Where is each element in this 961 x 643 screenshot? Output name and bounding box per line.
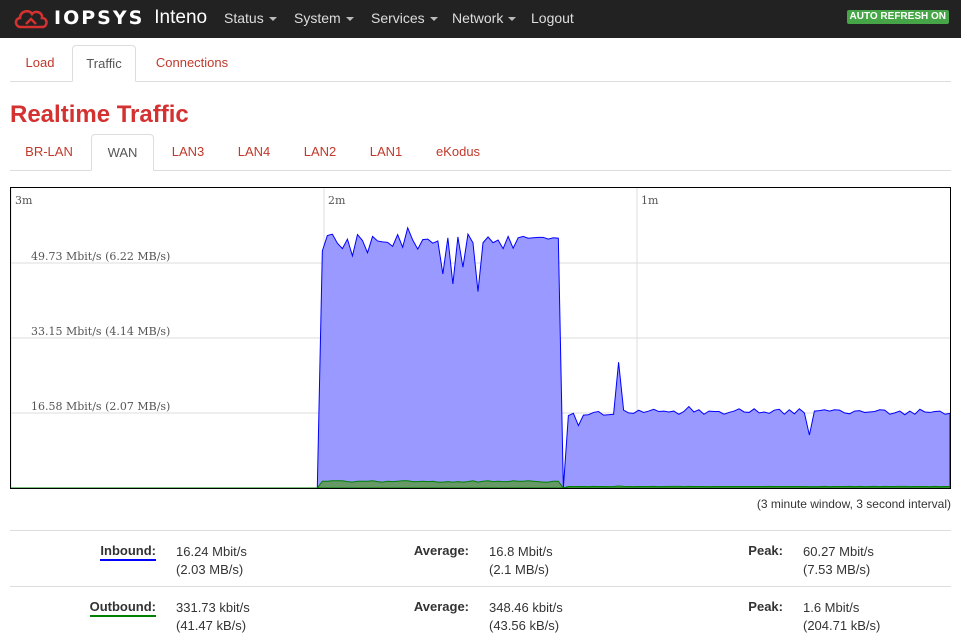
nav-status-menu[interactable]: Status <box>224 0 277 36</box>
nav-logout-label: Logout <box>531 10 574 26</box>
outbound-average: 348.46 kbit/s (43.56 kB/s) <box>489 599 563 635</box>
traffic-chart: 3m 2m 1m 16.58 Mbit/s (2.07 MB/s) 33.15 Mbit… <box>10 187 951 489</box>
tab-lan3[interactable]: LAN3 <box>160 134 216 169</box>
page-title: Realtime Traffic <box>10 101 189 128</box>
outbound-stats-row: Outbound: 331.73 kbit/s (41.47 kB/s) Aver… <box>10 586 951 643</box>
inbound-average-bits: 16.8 Mbit/s <box>489 544 553 559</box>
inbound-peak: 60.27 Mbit/s (7.53 MB/s) <box>803 543 874 579</box>
tab-traffic[interactable]: Traffic <box>72 45 136 82</box>
outbound-peak-bits: 1.6 Mbit/s <box>803 600 860 615</box>
tab-lan4[interactable]: LAN4 <box>226 134 282 169</box>
tab-wan[interactable]: WAN <box>91 134 154 171</box>
inbound-current-bytes: (2.03 MB/s) <box>176 562 244 577</box>
inbound-label-text: Inbound: <box>100 543 156 561</box>
auto-refresh-toggle[interactable]: AUTO REFRESH ON <box>846 10 949 24</box>
outbound-average-label: Average: <box>413 599 469 614</box>
inbound-average: 16.8 Mbit/s (2.1 MB/s) <box>489 543 553 579</box>
inbound-stats-row: Inbound: 16.24 Mbit/s (2.03 MB/s) Average… <box>10 530 951 587</box>
outbound-average-bits: 348.46 kbit/s <box>489 600 563 615</box>
nav-status-label: Status <box>224 10 264 26</box>
nav-system-label: System <box>294 10 341 26</box>
outbound-average-bytes: (43.56 kB/s) <box>489 618 560 633</box>
nav-network-label: Network <box>452 10 504 26</box>
traffic-chart-svg: 3m 2m 1m 16.58 Mbit/s (2.07 MB/s) 33.15 Mbit… <box>11 188 950 488</box>
outbound-current-bits: 331.73 kbit/s <box>176 600 250 615</box>
tab-lan2[interactable]: LAN2 <box>292 134 348 169</box>
x-tick-label: 3m <box>15 194 33 207</box>
top-navbar: IOPSYS Inteno Status System Services Net… <box>0 0 961 38</box>
y-tick-label: 49.73 Mbit/s (6.22 MB/s) <box>31 250 170 263</box>
inbound-current-bits: 16.24 Mbit/s <box>176 544 247 559</box>
outbound-current: 331.73 kbit/s (41.47 kB/s) <box>176 599 250 635</box>
outbound-label: Outbound: <box>56 599 156 617</box>
chevron-down-icon <box>429 17 438 21</box>
x-tick-label: 1m <box>641 194 659 207</box>
inbound-peak-label: Peak: <box>748 543 783 558</box>
cloud-logo-icon <box>14 9 48 29</box>
inbound-peak-bytes: (7.53 MB/s) <box>803 562 871 577</box>
inbound-average-label: Average: <box>413 543 469 558</box>
brand-product: Inteno <box>154 7 208 28</box>
inbound-series-area <box>11 226 950 488</box>
y-tick-label: 33.15 Mbit/s (4.14 MB/s) <box>31 325 170 338</box>
inbound-average-bytes: (2.1 MB/s) <box>489 562 549 577</box>
brand[interactable]: IOPSYS Inteno <box>12 4 207 32</box>
y-tick-label: 16.58 Mbit/s (2.07 MB/s) <box>31 400 170 413</box>
inbound-current: 16.24 Mbit/s (2.03 MB/s) <box>176 543 247 579</box>
inbound-peak-bits: 60.27 Mbit/s <box>803 544 874 559</box>
x-tick-label: 2m <box>328 194 346 207</box>
outbound-peak: 1.6 Mbit/s (204.71 kB/s) <box>803 599 880 635</box>
tab-load[interactable]: Load <box>10 45 70 80</box>
tab-br-lan[interactable]: BR-LAN <box>10 134 88 169</box>
chevron-down-icon <box>268 17 277 21</box>
top-tabs: Load Traffic Connections <box>10 45 951 82</box>
chevron-down-icon <box>508 17 517 21</box>
outbound-peak-bytes: (204.71 kB/s) <box>803 618 881 633</box>
outbound-peak-label: Peak: <box>748 599 783 614</box>
inbound-label: Inbound: <box>56 543 156 561</box>
nav-logout-link[interactable]: Logout <box>531 0 574 36</box>
nav-services-label: Services <box>371 10 425 26</box>
nav-system-menu[interactable]: System <box>294 0 354 36</box>
outbound-label-text: Outbound: <box>89 599 156 617</box>
brand-name: IOPSYS <box>54 7 145 29</box>
outbound-current-bytes: (41.47 kB/s) <box>176 618 247 633</box>
nav-network-menu[interactable]: Network <box>452 0 517 36</box>
window-note: (3 minute window, 3 second interval) <box>756 497 951 511</box>
nav-services-menu[interactable]: Services <box>371 0 438 36</box>
tab-lan1[interactable]: LAN1 <box>358 134 414 169</box>
interface-tabs: BR-LAN WAN LAN3 LAN4 LAN2 LAN1 eKodus <box>10 134 951 171</box>
tab-ekodus[interactable]: eKodus <box>424 134 492 169</box>
tab-connections[interactable]: Connections <box>144 45 240 80</box>
chevron-down-icon <box>345 17 354 21</box>
